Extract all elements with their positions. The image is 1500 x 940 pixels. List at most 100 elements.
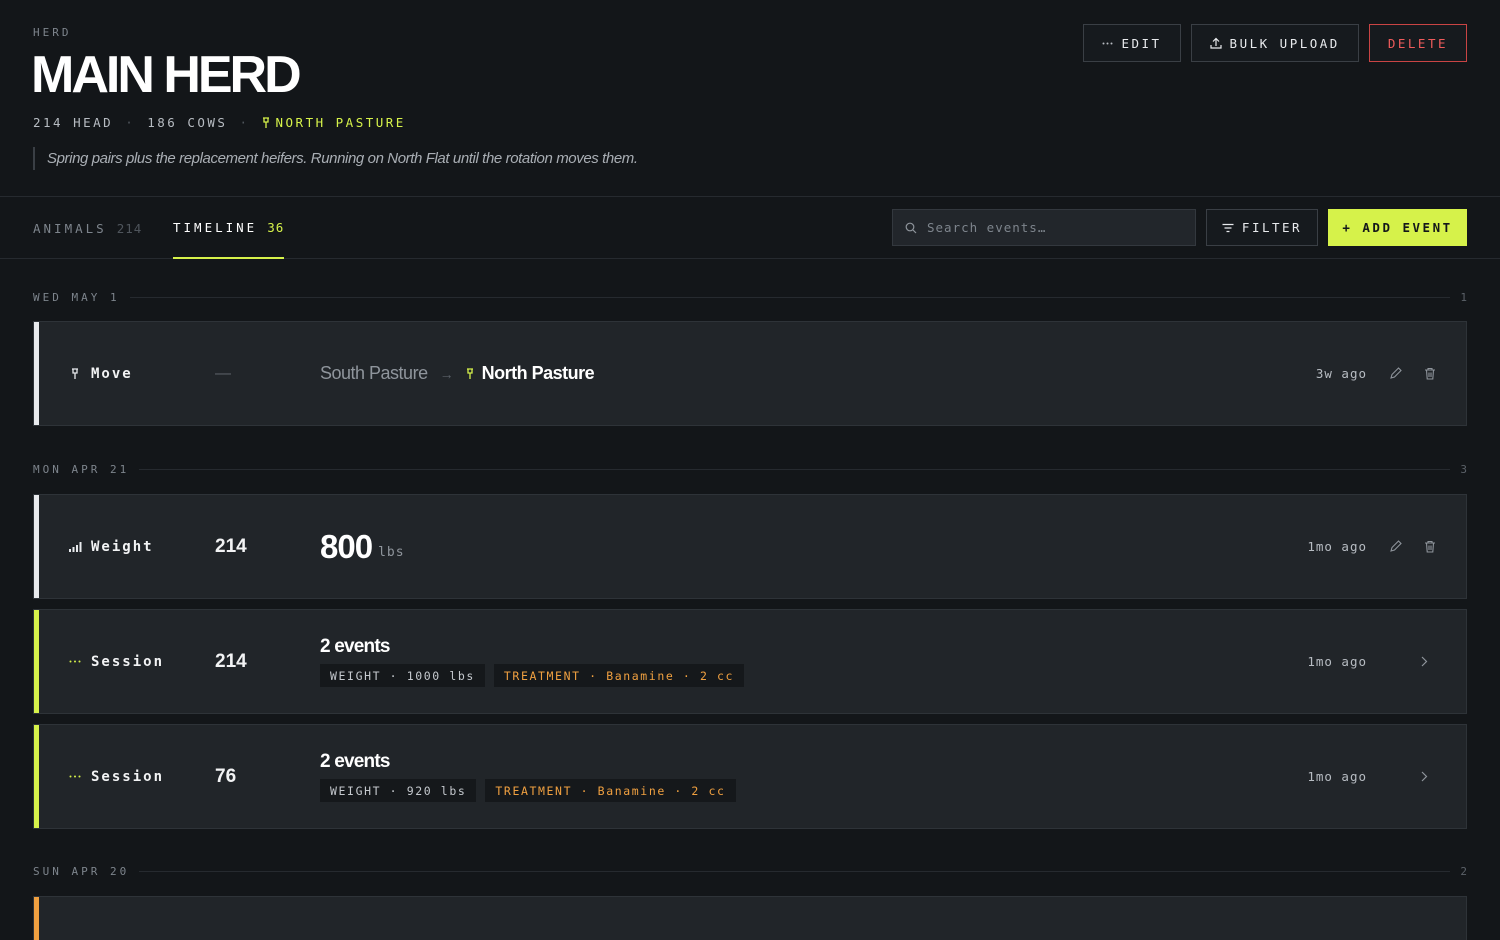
pin-icon	[65, 367, 85, 380]
pencil-icon[interactable]	[1386, 365, 1404, 383]
day-header: SUN APR 20 2	[33, 864, 1467, 878]
herd-stats: 214 HEAD · 186 COWS · NORTH PASTURE	[33, 115, 406, 130]
page-title: MAIN HERD	[31, 46, 302, 104]
event-type: Weight	[65, 495, 154, 598]
ellipsis-icon	[1102, 42, 1113, 44]
divider	[129, 296, 1451, 298]
bar-chart-icon	[65, 541, 85, 552]
filter-icon	[1222, 223, 1234, 232]
event-type-bar	[34, 322, 39, 425]
separator-dot: ·	[125, 115, 136, 130]
chevron-right-icon[interactable]	[1415, 768, 1433, 786]
event-type-label: Session	[91, 768, 165, 785]
session-title: 2 events	[320, 751, 390, 772]
event-time: 3w ago	[1315, 366, 1367, 381]
divider	[139, 468, 1451, 470]
event-time: 1mo ago	[1307, 539, 1367, 554]
herd-description: Spring pairs plus the replacement heifer…	[33, 147, 638, 170]
herd-header: HERD MAIN HERD 214 HEAD · 186 COWS · NOR…	[0, 0, 1500, 197]
event-type-bar	[34, 610, 39, 713]
move-from: South Pasture	[320, 363, 428, 383]
weight-chip: WEIGHT · 1000 lbs	[320, 664, 485, 687]
bulk-upload-label: BULK UPLOAD	[1229, 35, 1340, 51]
timeline-toolbar: ANIMALS 214 TIMELINE 36 FILTER + ADD EVE…	[0, 197, 1500, 259]
event-detail: 800 lbs	[320, 495, 405, 598]
event-time: 1mo ago	[1307, 654, 1367, 669]
location-link[interactable]: NORTH PASTURE	[262, 115, 406, 130]
event-detail: South Pasture → North Pasture	[320, 322, 595, 425]
search-box[interactable]	[892, 209, 1196, 246]
upload-icon	[1209, 37, 1222, 49]
day-header: WED MAY 1 1	[33, 290, 1467, 304]
event-head-count: 214	[215, 535, 247, 557]
treatment-chip: TREATMENT · Banamine · 2 cc	[493, 664, 745, 687]
pin-icon	[262, 117, 269, 128]
ellipsis-icon	[65, 775, 85, 778]
event-type-label: Weight	[91, 538, 154, 555]
session-detail: 2 events WEIGHT · 920 lbs TREATMENT · Ba…	[320, 751, 736, 802]
head-count: 214 HEAD	[33, 115, 114, 130]
session-chips: WEIGHT · 920 lbs TREATMENT · Banamine · …	[320, 779, 736, 802]
event-type-label: Session	[91, 653, 165, 670]
weight-chip: WEIGHT · 920 lbs	[320, 779, 477, 802]
delete-button[interactable]: DELETE	[1368, 24, 1467, 62]
bulk-upload-button[interactable]: BULK UPLOAD	[1190, 24, 1359, 62]
separator-dot: ·	[239, 115, 250, 130]
session-detail: 2 events WEIGHT · 1000 lbs TREATMENT · B…	[320, 636, 745, 687]
tab-animals[interactable]: ANIMALS 214	[33, 197, 142, 259]
tab-label: ANIMALS	[33, 220, 107, 236]
event-row-session[interactable]: Session 76 2 events WEIGHT · 920 lbs TRE…	[33, 724, 1467, 829]
weight-value: 800	[320, 527, 373, 565]
session-title: 2 events	[320, 636, 390, 657]
cow-count: 186 COWS	[147, 115, 228, 130]
event-type: Session	[65, 610, 164, 713]
divider	[139, 870, 1451, 872]
day-event-count: 2	[1460, 864, 1467, 878]
tab-timeline[interactable]: TIMELINE 36	[173, 197, 285, 259]
event-type-label: Move	[91, 365, 133, 382]
event-head-count: 76	[215, 765, 237, 787]
filter-button[interactable]: FILTER	[1206, 209, 1318, 246]
weight-unit: lbs	[378, 545, 405, 560]
add-event-button[interactable]: + ADD EVENT	[1328, 209, 1467, 246]
day-event-count: 3	[1460, 462, 1467, 476]
tab-label: TIMELINE	[173, 219, 258, 235]
filter-label: FILTER	[1241, 220, 1303, 235]
day-label: MON APR 21	[33, 462, 130, 476]
page-eyebrow: HERD	[33, 26, 72, 39]
search-input[interactable]	[927, 220, 1187, 235]
pin-icon	[466, 368, 473, 379]
day-label: WED MAY 1	[33, 290, 120, 304]
day-label: SUN APR 20	[33, 864, 130, 878]
tab-count: 36	[267, 219, 285, 235]
arrow-right-icon: →	[439, 365, 454, 382]
edit-button[interactable]: EDIT	[1083, 24, 1181, 62]
session-chips: WEIGHT · 1000 lbs TREATMENT · Banamine ·…	[320, 664, 745, 687]
event-head-count: 214	[215, 650, 247, 672]
event-type: Session	[65, 725, 164, 828]
event-head-count: —	[215, 364, 231, 382]
header-actions: EDIT BULK UPLOAD DELETE	[1083, 24, 1467, 62]
treatment-chip: TREATMENT · Banamine · 2 cc	[485, 779, 736, 802]
trash-icon[interactable]	[1421, 365, 1439, 383]
ellipsis-icon	[65, 660, 85, 663]
move-to: North Pasture	[466, 363, 595, 384]
event-type-bar	[34, 495, 39, 598]
event-row-session[interactable]: Session 214 2 events WEIGHT · 1000 lbs T…	[33, 609, 1467, 714]
event-row-partial[interactable]	[33, 896, 1467, 940]
location-label: NORTH PASTURE	[275, 115, 406, 130]
event-row-weight[interactable]: Weight 214 800 lbs 1mo ago	[33, 494, 1467, 599]
chevron-right-icon[interactable]	[1415, 653, 1433, 671]
tab-count: 214	[116, 220, 143, 236]
pencil-icon[interactable]	[1386, 538, 1404, 556]
event-type: Move	[65, 322, 133, 425]
day-header: MON APR 21 3	[33, 462, 1467, 476]
move-to-label: North Pasture	[481, 363, 595, 383]
event-type-bar	[34, 725, 39, 828]
event-row-move[interactable]: Move — South Pasture → North Pasture 3w …	[33, 321, 1467, 426]
event-type-bar	[34, 897, 39, 940]
search-icon	[905, 222, 917, 233]
edit-label: EDIT	[1121, 35, 1162, 51]
event-time: 1mo ago	[1307, 769, 1367, 784]
trash-icon[interactable]	[1421, 538, 1439, 556]
